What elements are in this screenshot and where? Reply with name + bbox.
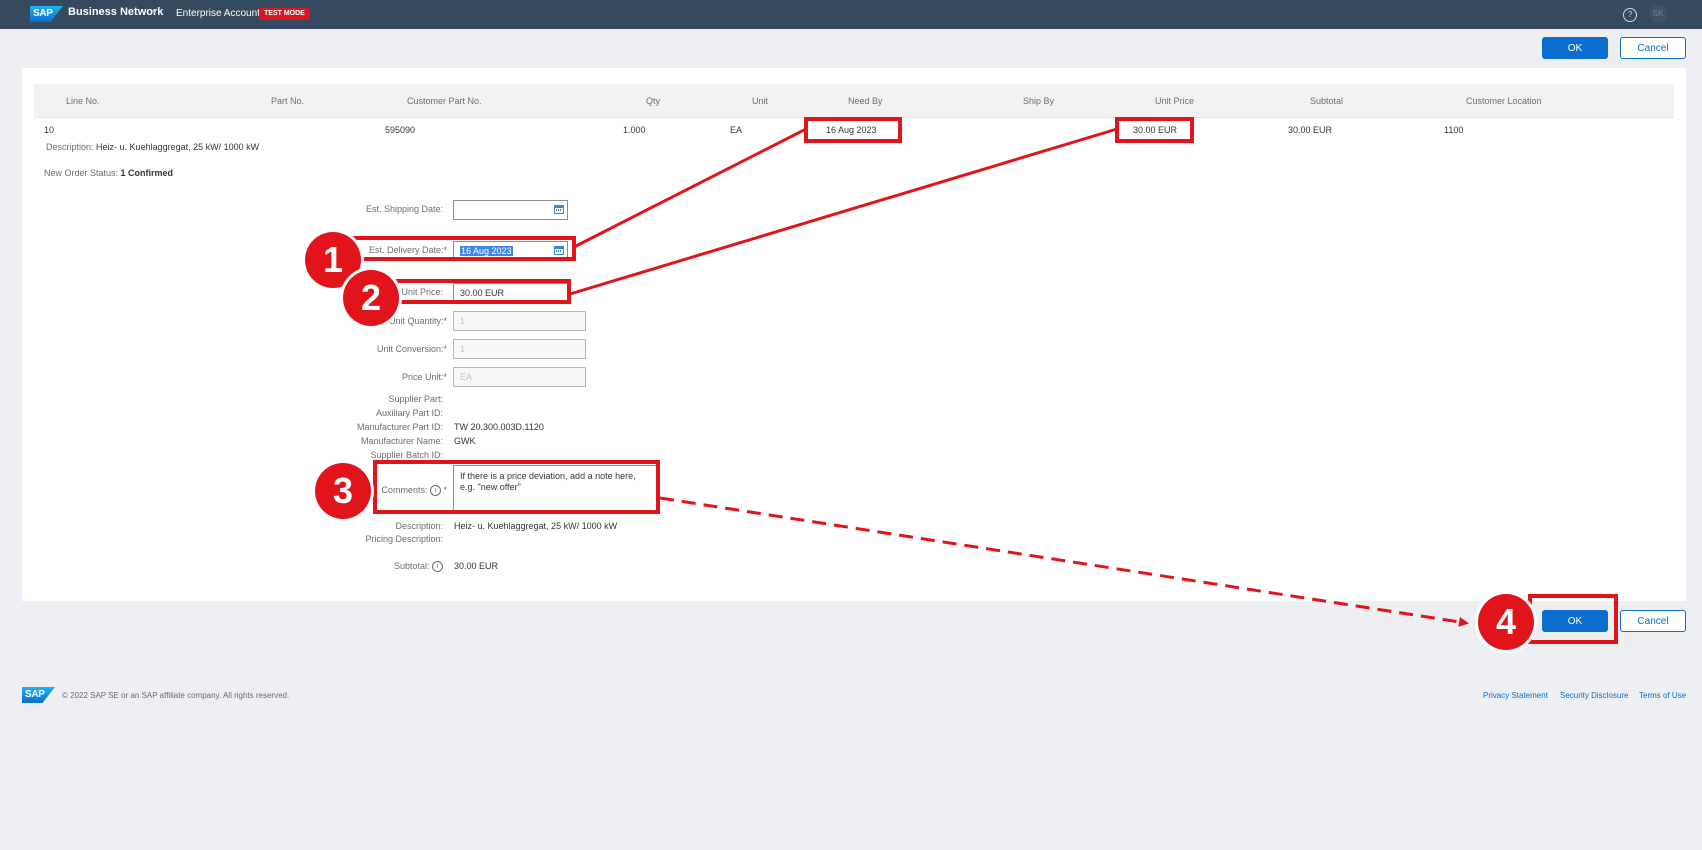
help-icon[interactable]: ?: [1623, 8, 1637, 22]
supplier-part-label: Supplier Part:: [388, 394, 443, 404]
step-2-badge: 2: [343, 270, 399, 326]
form-description-value: Heiz- u. Kuehlaggregat, 25 kW/ 1000 kW: [454, 521, 618, 531]
account-switcher[interactable]: Enterprise Account: [176, 8, 260, 19]
header-ship-by: Ship By: [1023, 96, 1055, 106]
cell-unit-price: 30.00 EUR: [1133, 125, 1178, 135]
header-need-by: Need By: [848, 96, 883, 106]
header-subtotal: Subtotal: [1310, 96, 1344, 106]
cell-qty: 1.000: [623, 125, 646, 135]
auxiliary-part-label: Auxiliary Part ID:: [375, 408, 443, 418]
sap-footer-logo: SAP: [22, 687, 55, 703]
est-shipping-label: Est. Shipping Date:: [365, 204, 443, 214]
ok-button-top[interactable]: OK: [1542, 37, 1608, 59]
status-value: 1 Confirmed: [120, 168, 174, 178]
header-customer-part-no: Customer Part No.: [407, 96, 482, 106]
unit-quantity-input: 1: [453, 311, 586, 331]
sap-logo[interactable]: SAP: [30, 6, 63, 22]
cancel-button-top[interactable]: Cancel: [1620, 37, 1686, 59]
manufacturer-part-value: TW 20.300.003D.1120: [454, 422, 544, 432]
unit-conversion-input: 1: [453, 339, 586, 359]
test-mode-badge: TEST MODE: [259, 8, 310, 20]
comments-textarea[interactable]: If there is a price deviation, add a not…: [453, 465, 657, 511]
header-line-no: Line No.: [66, 96, 100, 106]
price-unit-label: Price Unit:*: [401, 372, 447, 382]
chevron-down-icon[interactable]: ▼: [151, 9, 158, 16]
manufacturer-name-label: Manufacturer Name:: [360, 436, 443, 446]
cancel-button-bottom[interactable]: Cancel: [1620, 610, 1686, 632]
cell-unit: EA: [730, 125, 743, 135]
est-delivery-date-input[interactable]: 16 Aug 2023: [453, 241, 568, 261]
info-icon[interactable]: i: [429, 485, 441, 497]
cell-customer-part-no: 595090: [385, 125, 416, 135]
shell-bar: SAP Business Network ▼ Enterprise Accoun…: [0, 0, 1702, 29]
cell-line-no: 10: [44, 125, 55, 135]
form-description-label: Description:: [395, 521, 443, 531]
supplier-batch-label: Supplier Batch ID:: [370, 450, 443, 460]
calendar-icon[interactable]: [554, 205, 564, 214]
description-label: Description:: [46, 142, 94, 152]
subtotal-label: Subtotal: i: [283, 561, 443, 573]
subtotal-value: 30.00 EUR: [454, 561, 499, 571]
header-unit: Unit: [752, 96, 769, 106]
unit-conversion-label: Unit Conversion:*: [376, 344, 447, 354]
step-3-badge: 3: [315, 463, 371, 519]
manufacturer-name-value: GWK: [454, 436, 476, 446]
cell-subtotal: 30.00 EUR: [1288, 125, 1333, 135]
product-title[interactable]: Business Network: [68, 6, 163, 18]
header-unit-price: Unit Price: [1155, 96, 1195, 106]
table-header: Line No. Part No. Customer Part No. Qty …: [34, 84, 1674, 118]
terms-of-use-link[interactable]: Terms of Use: [1639, 691, 1686, 700]
pricing-description-label: Pricing Description:: [365, 534, 443, 544]
status-label: New Order Status:: [44, 168, 119, 178]
privacy-statement-link[interactable]: Privacy Statement: [1483, 691, 1548, 700]
line-description: Description: Heiz- u. Kuehlaggregat, 25 …: [46, 142, 259, 152]
unit-price-input[interactable]: 30.00 EUR: [453, 283, 568, 303]
est-shipping-date-input[interactable]: [453, 200, 568, 220]
manufacturer-part-label: Manufacturer Part ID:: [356, 422, 443, 432]
header-customer-location: Customer Location: [1466, 96, 1542, 106]
header-qty: Qty: [646, 96, 661, 106]
cell-need-by: 16 Aug 2023: [826, 125, 877, 135]
line-item-card: Line No. Part No. Customer Part No. Qty …: [22, 68, 1686, 601]
copyright-text: © 2022 SAP SE or an SAP affiliate compan…: [62, 691, 290, 700]
order-status: New Order Status: 1 Confirmed: [44, 168, 173, 178]
est-delivery-value: 16 Aug 2023: [460, 246, 513, 256]
cell-customer-location: 1100: [1444, 125, 1464, 135]
info-icon[interactable]: i: [432, 561, 443, 573]
description-value: Heiz- u. Kuehlaggregat, 25 kW/ 1000 kW: [96, 142, 260, 152]
price-unit-input: EA: [453, 367, 586, 387]
calendar-icon[interactable]: [554, 246, 564, 255]
security-disclosure-link[interactable]: Security Disclosure: [1560, 691, 1628, 700]
user-avatar[interactable]: SK: [1649, 5, 1667, 23]
ok-button-bottom[interactable]: OK: [1542, 610, 1608, 632]
header-part-no: Part No.: [271, 96, 305, 106]
step-4-badge: 4: [1478, 594, 1534, 650]
